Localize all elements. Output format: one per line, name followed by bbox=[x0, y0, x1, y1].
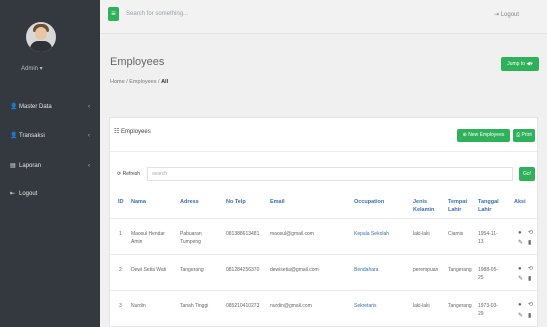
column-header-occupation: Occupation bbox=[354, 199, 385, 205]
print-button[interactable]: ⎙ Print bbox=[513, 129, 535, 142]
cell-tanggal-lahir: 1954-11-13 bbox=[478, 231, 498, 245]
go-button[interactable]: Go! bbox=[519, 167, 535, 181]
column-header-id: ID bbox=[118, 199, 124, 205]
cell-occupation[interactable]: Sekretaris bbox=[354, 302, 377, 310]
cell-jenis-kelamin: perempuan bbox=[413, 267, 439, 273]
card-header: ☷ Employees ⊕ New Employees ⎙ Print bbox=[110, 118, 539, 152]
delete-icon[interactable]: ▮ bbox=[528, 275, 531, 282]
refresh-button[interactable]: ⟳ Refresh bbox=[117, 168, 140, 180]
cell-tempat-lahir: Tangerang bbox=[448, 303, 472, 309]
book-icon: ▤ bbox=[10, 163, 16, 169]
chevron-left-icon: ‹ bbox=[88, 133, 90, 139]
avatar[interactable] bbox=[26, 22, 56, 52]
user-menu[interactable]: Admin ▾ bbox=[21, 65, 43, 72]
cell-tanggal-lahir: 1988-05-25 bbox=[478, 267, 499, 281]
history-icon[interactable]: ⟲ bbox=[528, 229, 533, 236]
column-header-aksi: Aksi bbox=[514, 199, 526, 205]
cell-telp: 085210410273 bbox=[226, 303, 260, 309]
breadcrumb: Home / Employees / All bbox=[110, 79, 168, 85]
sidebar-item-master-data[interactable]: 👤 Master Data ‹ bbox=[0, 98, 100, 118]
breadcrumb-employees[interactable]: Employees bbox=[129, 79, 156, 85]
sidebar-item-laporan[interactable]: ▤ Laporan ‹ bbox=[0, 157, 100, 177]
edit-icon[interactable]: ✎ bbox=[518, 275, 523, 282]
breadcrumb-home[interactable]: Home bbox=[110, 79, 125, 85]
cell-id: 3 bbox=[119, 303, 122, 309]
cell-nama: Maosul Hendar Amin bbox=[131, 231, 165, 245]
user-icon: 👤 bbox=[10, 133, 18, 139]
history-icon[interactable]: ⟲ bbox=[528, 265, 533, 272]
cell-tempat-lahir: Tangerang bbox=[448, 267, 472, 273]
cell-nama: Nurdin bbox=[131, 303, 146, 309]
view-icon[interactable]: ● bbox=[518, 266, 522, 272]
sidebar-item-logout[interactable]: ⇤ Logout bbox=[0, 185, 100, 205]
column-header-jenis-kelamin: Jenis Kelamin bbox=[413, 199, 435, 213]
logout-icon: ⇤ bbox=[10, 191, 16, 197]
card-title: ☷ Employees bbox=[114, 129, 151, 135]
avatar-face bbox=[35, 27, 47, 40]
column-header-no-telp: No Telp bbox=[226, 199, 246, 205]
cell-adress: Tanah Tinggi bbox=[180, 303, 209, 309]
sidebar-item-label: Master Data bbox=[19, 104, 52, 110]
cell-jenis-kelamin: laki-laki bbox=[413, 303, 430, 309]
chevron-left-icon: ‹ bbox=[88, 163, 90, 169]
view-icon[interactable]: ● bbox=[518, 302, 522, 308]
user-icon: 👤 bbox=[10, 104, 18, 110]
edit-icon[interactable]: ✎ bbox=[518, 239, 523, 246]
cell-adress: Pabuaran Tumpeng bbox=[180, 231, 202, 245]
column-header-tanggal-lahir: Tanggal Lahir bbox=[478, 199, 499, 213]
cell-occupation[interactable]: Bendahara bbox=[354, 266, 378, 274]
cell-occupation[interactable]: Kepala Sekolah bbox=[354, 230, 389, 238]
sidebar: Admin ▾ 👤 Master Data ‹ 👤 Transaksi ‹ ▤ … bbox=[0, 0, 100, 327]
logout-button[interactable]: ⇥ Logout bbox=[494, 11, 519, 18]
cell-jenis-kelamin: laki-laki bbox=[413, 231, 430, 237]
breadcrumb-current: All bbox=[161, 79, 169, 85]
view-icon[interactable]: ● bbox=[518, 230, 522, 236]
sidebar-item-label: Logout bbox=[19, 191, 38, 197]
column-header-email: Email bbox=[270, 199, 285, 205]
chevron-left-icon: ‹ bbox=[88, 104, 90, 110]
cell-email: dewisetia@gmail.com bbox=[270, 267, 319, 273]
search-input[interactable]: Search for something... bbox=[126, 11, 188, 17]
sidebar-item-label: Transaksi bbox=[19, 133, 45, 139]
employees-card: ☷ Employees ⊕ New Employees ⎙ Print ⟳ Re… bbox=[109, 117, 539, 327]
delete-icon[interactable]: ▮ bbox=[528, 312, 531, 319]
cell-telp: 081388613481 bbox=[226, 231, 260, 237]
menu-toggle-button[interactable]: ≡ bbox=[108, 7, 119, 21]
cell-nama: Dewi Setia Wati bbox=[131, 267, 167, 273]
column-header-nama: Nama bbox=[131, 199, 146, 205]
page-title: Employees bbox=[110, 56, 165, 68]
row-divider bbox=[110, 290, 539, 291]
jump-to-button[interactable]: Jump to ◀▾ bbox=[501, 57, 539, 71]
history-icon[interactable]: ⟲ bbox=[528, 301, 533, 308]
sidebar-item-label: Laporan bbox=[19, 163, 42, 169]
new-employee-button[interactable]: ⊕ New Employees bbox=[457, 129, 510, 142]
cell-id: 2 bbox=[119, 267, 122, 273]
cell-email: maosul@gmail.com bbox=[270, 231, 314, 237]
table-search-input[interactable]: search bbox=[147, 167, 513, 181]
avatar-body bbox=[30, 41, 52, 52]
column-header-adress: Adress bbox=[180, 199, 199, 205]
delete-icon[interactable]: ▮ bbox=[528, 239, 531, 246]
sidebar-item-transaksi[interactable]: 👤 Transaksi ‹ bbox=[0, 127, 100, 147]
cell-adress: Tangerang bbox=[180, 267, 204, 273]
row-divider bbox=[110, 254, 539, 255]
row-divider bbox=[110, 218, 539, 219]
edit-icon[interactable]: ✎ bbox=[518, 312, 523, 319]
cell-id: 1 bbox=[119, 231, 122, 237]
cell-tanggal-lahir: 1973-03-29 bbox=[478, 303, 499, 317]
cell-telp: 081284256370 bbox=[226, 267, 260, 273]
cell-tempat-lahir: Ciamis bbox=[448, 231, 464, 237]
column-header-tempat-lahir: Tempat Lahir bbox=[448, 199, 468, 213]
cell-email: nurdin@gmail.com bbox=[270, 303, 312, 309]
topbar: ≡ Search for something... ⇥ Logout bbox=[100, 0, 547, 34]
